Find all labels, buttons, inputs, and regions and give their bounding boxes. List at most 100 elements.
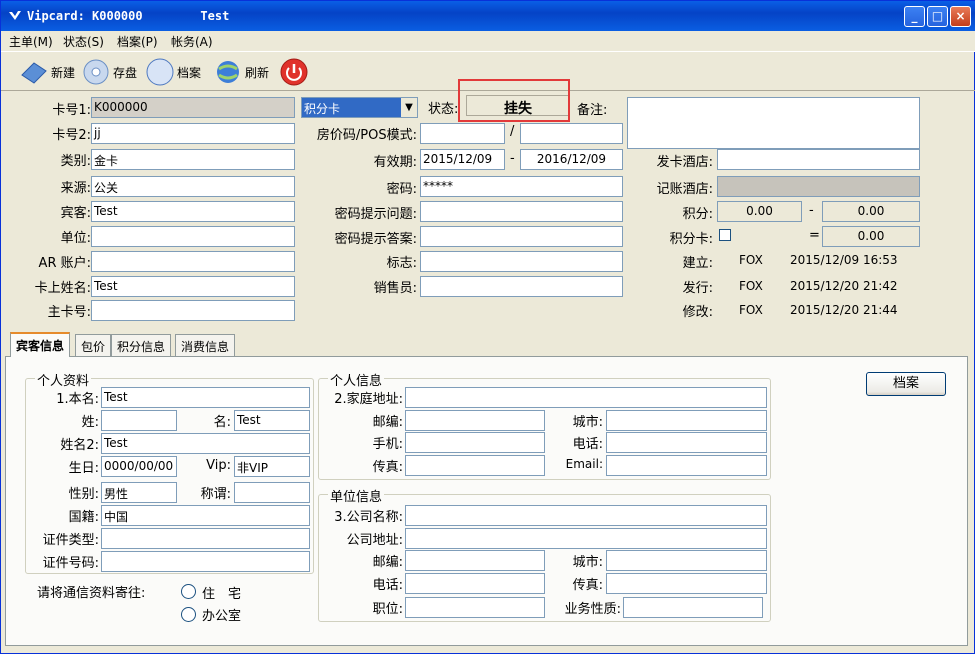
minimize-button[interactable]: _ [904,6,925,27]
company-fax-field[interactable] [606,573,767,594]
home-city-field[interactable] [606,410,767,431]
home-address-label: 2.家庭地址: [334,392,403,407]
ar-field[interactable] [91,251,295,272]
note-field[interactable] [627,97,920,149]
mail-prompt-label: 请将通信资料寄往: [37,586,146,601]
card-no-field[interactable]: K000000 [91,97,295,118]
created-by: FOX [739,253,763,267]
real-name-field[interactable]: Test [101,387,310,408]
valid-to-field[interactable]: 2016/12/09 [520,149,623,170]
main-card-label: 主卡号: [47,305,91,320]
id-type-field[interactable] [101,528,310,549]
rate-code-field[interactable] [420,123,505,144]
flag-field[interactable] [420,251,623,272]
vip-field[interactable]: 非VIP [234,456,310,477]
points-card-eq: = [809,228,820,243]
points-card-checkbox[interactable] [719,229,731,241]
pwd-answer-field[interactable] [420,226,623,247]
job-title-field[interactable] [405,597,545,618]
rate-label: 房价码/POS模式: [316,128,417,143]
points-card-value: 0.00 [822,226,920,247]
email-field[interactable] [606,455,767,476]
tab-points-info[interactable]: 积分信息 [111,334,172,356]
card-name-field[interactable]: Test [91,276,295,297]
company-phone-field[interactable] [405,573,545,594]
company-city-field[interactable] [606,550,767,571]
nationality-field[interactable]: 中国 [101,505,310,526]
first-name-field[interactable]: Test [234,410,310,431]
chevron-down-icon[interactable]: ▼ [401,98,417,117]
radio-office[interactable] [181,607,196,622]
birthday-label: 生日: [68,461,99,476]
title-bar: Vipcard: K000000 Test _ □ × [1,1,975,31]
save-button[interactable]: 存盘 [81,56,137,88]
menu-main[interactable]: 主单(M) [9,33,53,50]
company-zip-field[interactable] [405,550,545,571]
tab-consumption-info[interactable]: 消费信息 [175,334,236,356]
home-fax-field[interactable] [405,455,545,476]
type-field[interactable]: 金卡 [91,149,295,170]
profile-button[interactable]: 档案 [866,372,946,396]
issued-at: 2015/12/20 21:42 [790,279,898,293]
source-label: 来源: [60,181,91,196]
issued-label: 发行: [682,281,713,296]
pwd-question-field[interactable] [420,201,623,222]
close-button[interactable]: × [950,6,971,27]
status-label: 状态: [428,102,459,117]
business-type-field[interactable] [623,597,763,618]
app-icon [9,11,21,20]
personal-data-title: 个人资料 [35,370,92,389]
maximize-button[interactable]: □ [927,6,948,27]
company-address-field[interactable] [405,528,767,549]
gender-field[interactable]: 男性 [101,482,177,503]
personal-info-title: 个人信息 [328,370,385,389]
salutation-field[interactable] [234,482,310,503]
profile-toolbar-button[interactable]: 档案 [145,56,201,88]
radio-home[interactable] [181,584,196,599]
points-label: 积分: [682,207,713,222]
mobile-field[interactable] [405,432,545,453]
valid-from-field[interactable]: 2015/12/09 [420,149,505,170]
home-city-label: 城市: [572,415,603,430]
menu-accounts[interactable]: 帐务(A) [171,33,213,50]
issue-hotel-field[interactable] [717,149,920,170]
salutation-label: 称谓: [200,487,231,502]
guest-field[interactable]: Test [91,201,295,222]
main-card-field[interactable] [91,300,295,321]
refresh-button[interactable]: 刷新 [213,56,269,88]
unit-field[interactable] [91,226,295,247]
card-no2-field[interactable]: jj [91,123,295,144]
password-field[interactable]: ***** [420,176,623,197]
main-window: Vipcard: K000000 Test _ □ × 主单(M) 状态(S) … [0,0,975,654]
company-name-field[interactable] [405,505,767,526]
menu-status[interactable]: 状态(S) [63,33,104,50]
tab-package[interactable]: 包价 [75,334,112,356]
window-title: Vipcard: K000000 Test [27,9,230,23]
new-button[interactable]: 新建 [19,56,75,88]
pos-mode-field[interactable] [520,123,623,144]
unit-label: 单位: [60,231,91,246]
modified-by: FOX [739,303,763,317]
sales-field[interactable] [420,276,623,297]
source-field[interactable]: 公关 [91,176,295,197]
job-title-label: 职位: [372,602,403,617]
home-address-field[interactable] [405,387,767,408]
name2-field[interactable]: Test [101,433,310,454]
home-zip-field[interactable] [405,410,545,431]
birthday-field[interactable]: 0000/00/00 [101,456,177,477]
status-highlight-box [458,79,570,122]
name2-label: 姓名2: [60,438,99,453]
id-number-field[interactable] [101,551,310,572]
acct-hotel-field[interactable] [717,176,920,197]
card-kind-select[interactable]: 积分卡 ▼ [301,97,418,118]
issue-hotel-label: 发卡酒店: [656,155,713,170]
note-label: 备注: [577,103,608,118]
home-zip-label: 邮编: [372,415,403,430]
tab-guest-info[interactable]: 宾客信息 [10,332,71,357]
email-label: Email: [565,457,603,471]
home-phone-field[interactable] [606,432,767,453]
menu-profile[interactable]: 档案(P) [117,33,158,50]
modified-at: 2015/12/20 21:44 [790,303,898,317]
last-name-field[interactable] [101,410,177,431]
exit-button[interactable] [279,56,311,88]
